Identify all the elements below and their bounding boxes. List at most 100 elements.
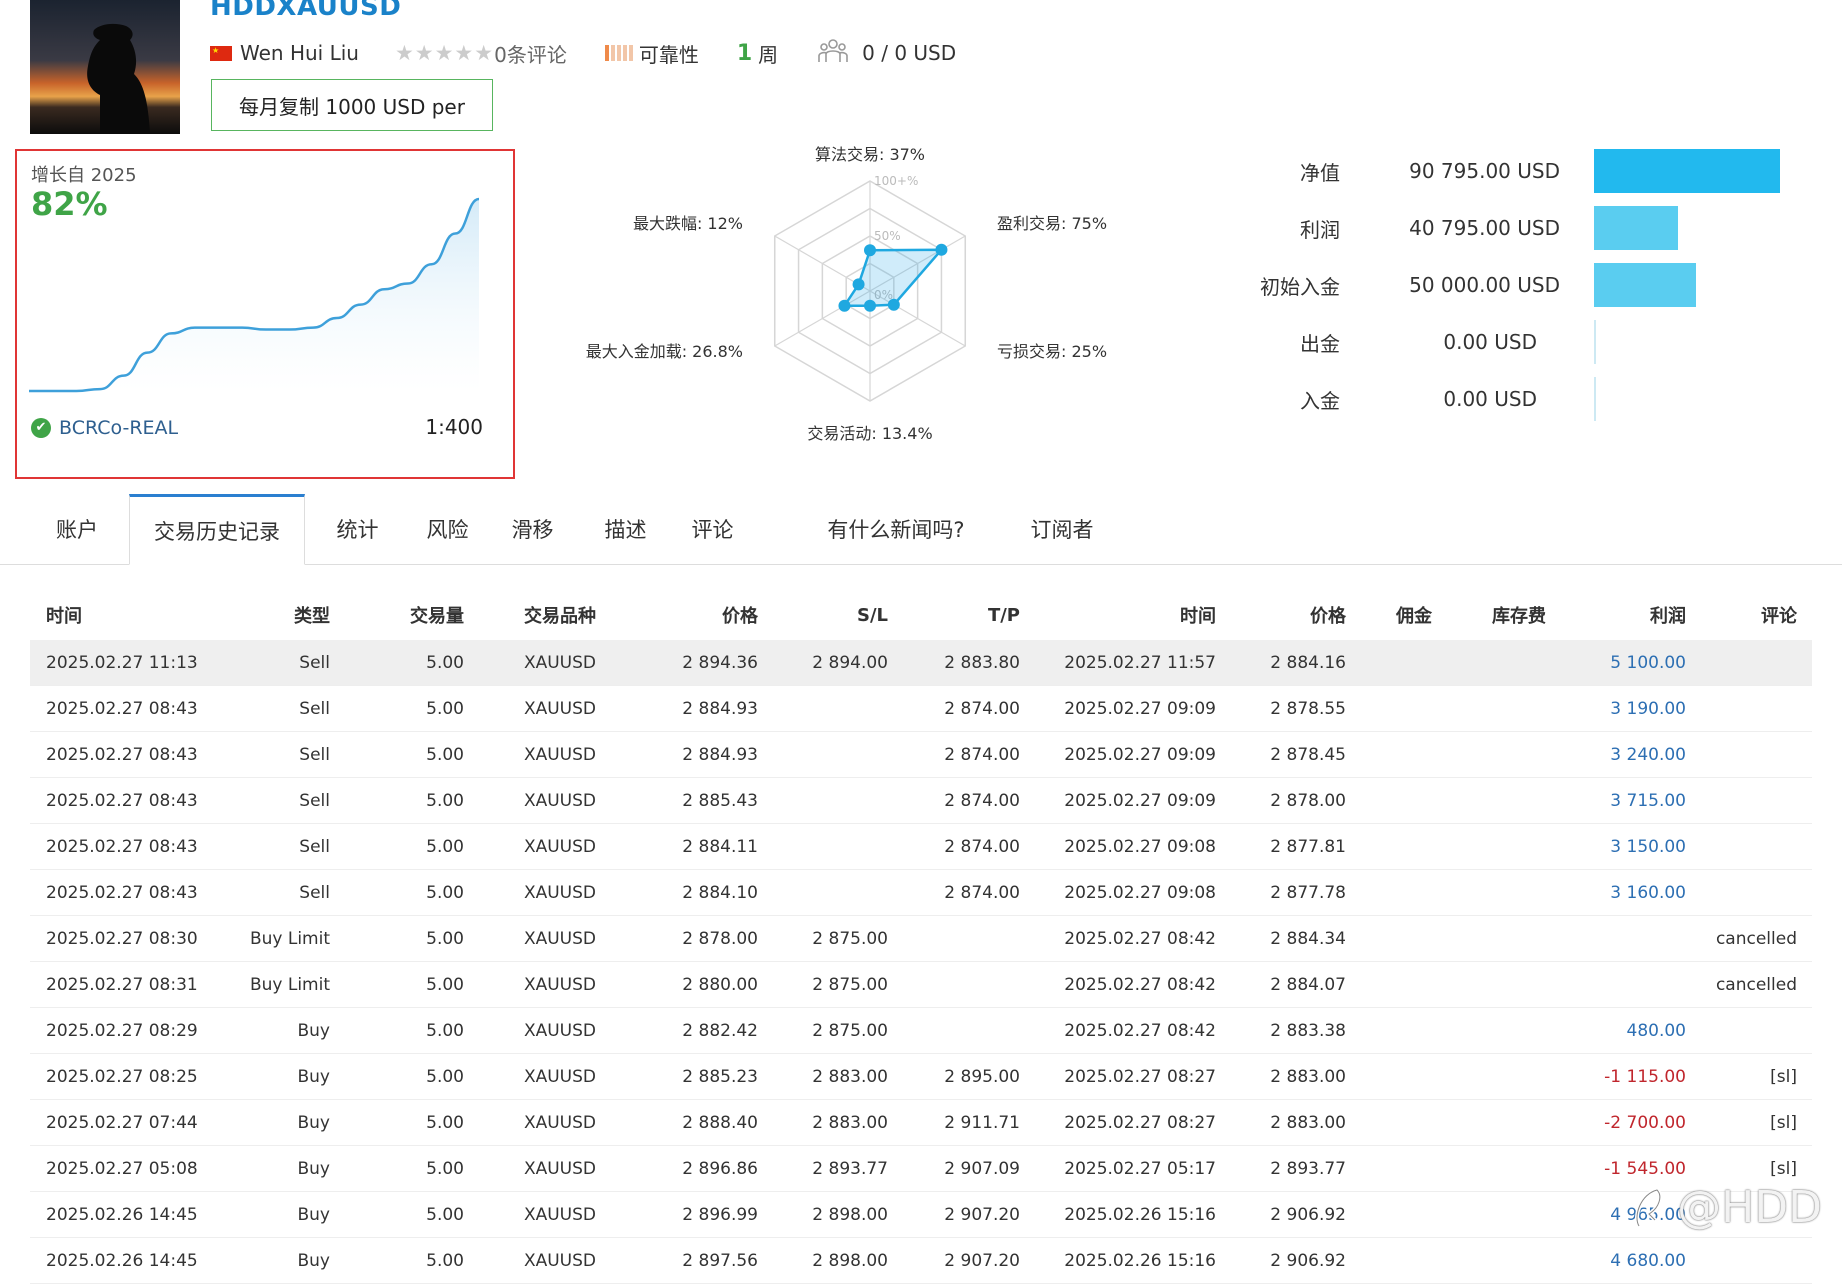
balance-panel: 净值 90 795.00 USD 利润 40 795.00 USD 初始入金 50 000… xyxy=(1240,148,1820,428)
cell-close-time: 2025.02.27 08:27 xyxy=(1064,1066,1216,1087)
cell-open-time: 2025.02.27 07:44 xyxy=(46,1112,198,1133)
cell-commission xyxy=(1360,962,1432,1007)
radar-point xyxy=(838,299,851,312)
column-header-commission[interactable]: 佣金 xyxy=(1360,590,1432,640)
tab-4[interactable]: 滑移 xyxy=(490,494,575,564)
table-row[interactable]: 2025.02.27 08:25 Buy 5.00 XAUUSD 2 885.23 2 8… xyxy=(30,1054,1812,1100)
tab-8[interactable]: 订阅者 xyxy=(1012,494,1112,564)
table-row[interactable]: 2025.02.27 08:43 Sell 5.00 XAUUSD 2 884.10 2 … xyxy=(30,870,1812,916)
cell-swap xyxy=(1440,640,1546,685)
cell-symbol: XAUUSD xyxy=(523,790,596,811)
cell-sl: 2 894.00 xyxy=(812,652,888,673)
cell-sl xyxy=(760,732,888,777)
growth-card[interactable]: 增长自 2025 82% ✔ BCRCo-REAL 1:400 xyxy=(15,149,515,479)
cell-commission xyxy=(1360,1100,1432,1145)
table-row[interactable]: 2025.02.27 08:43 Sell 5.00 XAUUSD 2 884.11 2 … xyxy=(30,824,1812,870)
cell-symbol: XAUUSD xyxy=(523,974,596,995)
column-header-open-price[interactable]: 价格 xyxy=(630,590,758,640)
cell-open-time: 2025.02.27 08:31 xyxy=(46,974,198,995)
cell-tp: 2 895.00 xyxy=(944,1066,1020,1087)
cell-open-price: 2 894.36 xyxy=(682,652,758,673)
cell-close-price: 2 906.92 xyxy=(1270,1204,1346,1225)
balance-row: 入金 0.00 USD xyxy=(1240,376,1820,422)
radar-point xyxy=(852,278,865,291)
tab-1[interactable]: 交易历史记录 xyxy=(129,494,305,565)
cell-comment xyxy=(1690,1008,1797,1053)
reviews-count[interactable]: 0条评论 xyxy=(494,39,567,68)
cell-open-time: 2025.02.27 08:43 xyxy=(46,698,198,719)
column-header-close-price[interactable]: 价格 xyxy=(1230,590,1346,640)
cell-close-price: 2 878.45 xyxy=(1270,744,1346,765)
cell-close-time: 2025.02.27 09:09 xyxy=(1064,698,1216,719)
tab-7[interactable]: 有什么新闻吗? xyxy=(810,494,982,564)
table-row[interactable]: 2025.02.27 08:43 Sell 5.00 XAUUSD 2 885.43 2 … xyxy=(30,778,1812,824)
table-row[interactable]: 2025.02.27 08:43 Sell 5.00 XAUUSD 2 884.93 2 … xyxy=(30,732,1812,778)
cell-profit: -1 115.00 xyxy=(1604,1066,1686,1087)
column-header-tp[interactable]: T/P xyxy=(890,590,1020,640)
tab-2[interactable]: 统计 xyxy=(315,494,400,564)
author-name[interactable]: Wen Hui Liu xyxy=(240,41,359,65)
cell-profit: -2 700.00 xyxy=(1604,1112,1686,1133)
cell-tp: 2 874.00 xyxy=(944,698,1020,719)
cell-swap xyxy=(1440,916,1546,961)
table-row[interactable]: 2025.02.27 11:13 Sell 5.00 XAUUSD 2 894.36 2 … xyxy=(30,640,1812,686)
column-header-volume[interactable]: 交易量 xyxy=(350,590,464,640)
cell-commission xyxy=(1360,732,1432,777)
cell-close-time: 2025.02.27 08:27 xyxy=(1064,1112,1216,1133)
table-row[interactable]: 2025.02.26 14:45 Buy 5.00 XAUUSD 2 896.99 2 8… xyxy=(30,1192,1812,1238)
cell-volume: 5.00 xyxy=(426,974,464,995)
tab-5[interactable]: 描述 xyxy=(583,494,668,564)
cell-comment xyxy=(1690,686,1797,731)
table-row[interactable]: 2025.02.27 07:44 Buy 5.00 XAUUSD 2 888.40 2 8… xyxy=(30,1100,1812,1146)
tab-3[interactable]: 风险 xyxy=(405,494,490,564)
cell-sl: 2 875.00 xyxy=(812,974,888,995)
cell-comment: cancelled xyxy=(1715,928,1797,949)
balance-value: 0.00 USD xyxy=(1443,330,1537,354)
cell-close-time: 2025.02.27 11:57 xyxy=(1064,652,1216,673)
column-header-sl[interactable]: S/L xyxy=(760,590,888,640)
cell-close-time: 2025.02.27 09:09 xyxy=(1064,790,1216,811)
table-row[interactable]: 2025.02.27 08:31 Buy Limit 5.00 XAUUSD 2 880… xyxy=(30,962,1812,1008)
table-row[interactable]: 2025.02.27 08:43 Sell 5.00 XAUUSD 2 884.93 2 … xyxy=(30,686,1812,732)
cell-commission xyxy=(1360,1008,1432,1053)
column-header-close-time[interactable]: 时间 xyxy=(1040,590,1216,640)
tab-0[interactable]: 账户 xyxy=(30,494,124,564)
column-header-symbol[interactable]: 交易品种 xyxy=(480,590,596,640)
cell-volume: 5.00 xyxy=(426,1066,464,1087)
cell-open-price: 2 884.11 xyxy=(682,836,758,857)
radar-axis-label: 盈利交易: 75% xyxy=(997,214,1107,233)
column-header-comment[interactable]: 评论 xyxy=(1690,590,1797,640)
cell-sl xyxy=(760,824,888,869)
trade-history-table: 时间 类型 交易量 交易品种 价格 S/L T/P 时间 价格 佣金 库存费 利润 评论 2025.02.… xyxy=(30,590,1812,1284)
cell-sl: 2 883.00 xyxy=(812,1112,888,1133)
cell-volume: 5.00 xyxy=(426,1250,464,1271)
cell-symbol: XAUUSD xyxy=(523,836,596,857)
column-header-open-time[interactable]: 时间 xyxy=(46,590,246,640)
growth-label: 增长自 2025 xyxy=(31,165,137,186)
signal-title[interactable]: HDDXAUUSD xyxy=(210,0,401,22)
column-header-profit[interactable]: 利润 xyxy=(1560,590,1686,640)
column-header-swap[interactable]: 库存费 xyxy=(1440,590,1546,640)
radar-point xyxy=(887,298,900,311)
table-row[interactable]: 2025.02.27 08:29 Buy 5.00 XAUUSD 2 882.42 2 8… xyxy=(30,1008,1812,1054)
watermark: @HDD xyxy=(1631,1182,1822,1233)
copy-subscribe-button[interactable]: 每月复制 1000 USD per xyxy=(211,79,493,131)
radar-chart-container: 100+%50%0%算法交易: 37%盈利交易: 75%亏损交易: 25%交易活… xyxy=(560,136,1120,460)
cell-sl: 2 898.00 xyxy=(812,1204,888,1225)
cell-volume: 5.00 xyxy=(426,882,464,903)
broker-name[interactable]: BCRCo-REAL xyxy=(59,417,178,439)
weeks-number: 1 xyxy=(736,40,753,66)
growth-area xyxy=(29,199,479,393)
watermark-text: @HDD xyxy=(1677,1182,1822,1233)
table-row[interactable]: 2025.02.27 08:30 Buy Limit 5.00 XAUUSD 2 878… xyxy=(30,916,1812,962)
table-row[interactable]: 2025.02.27 05:08 Buy 5.00 XAUUSD 2 896.86 2 8… xyxy=(30,1146,1812,1192)
cell-type: Buy xyxy=(297,1066,331,1087)
column-header-type[interactable]: 类型 xyxy=(230,590,330,640)
cell-tp: 2 907.09 xyxy=(944,1158,1020,1179)
table-row[interactable]: 2025.02.26 14:45 Buy 5.00 XAUUSD 2 897.56 2 8… xyxy=(30,1238,1812,1284)
cell-tp: 2 907.20 xyxy=(944,1250,1020,1271)
balance-bar xyxy=(1594,377,1596,421)
avatar[interactable] xyxy=(30,0,180,134)
cell-open-time: 2025.02.27 05:08 xyxy=(46,1158,198,1179)
tab-6[interactable]: 评论 xyxy=(670,494,755,564)
